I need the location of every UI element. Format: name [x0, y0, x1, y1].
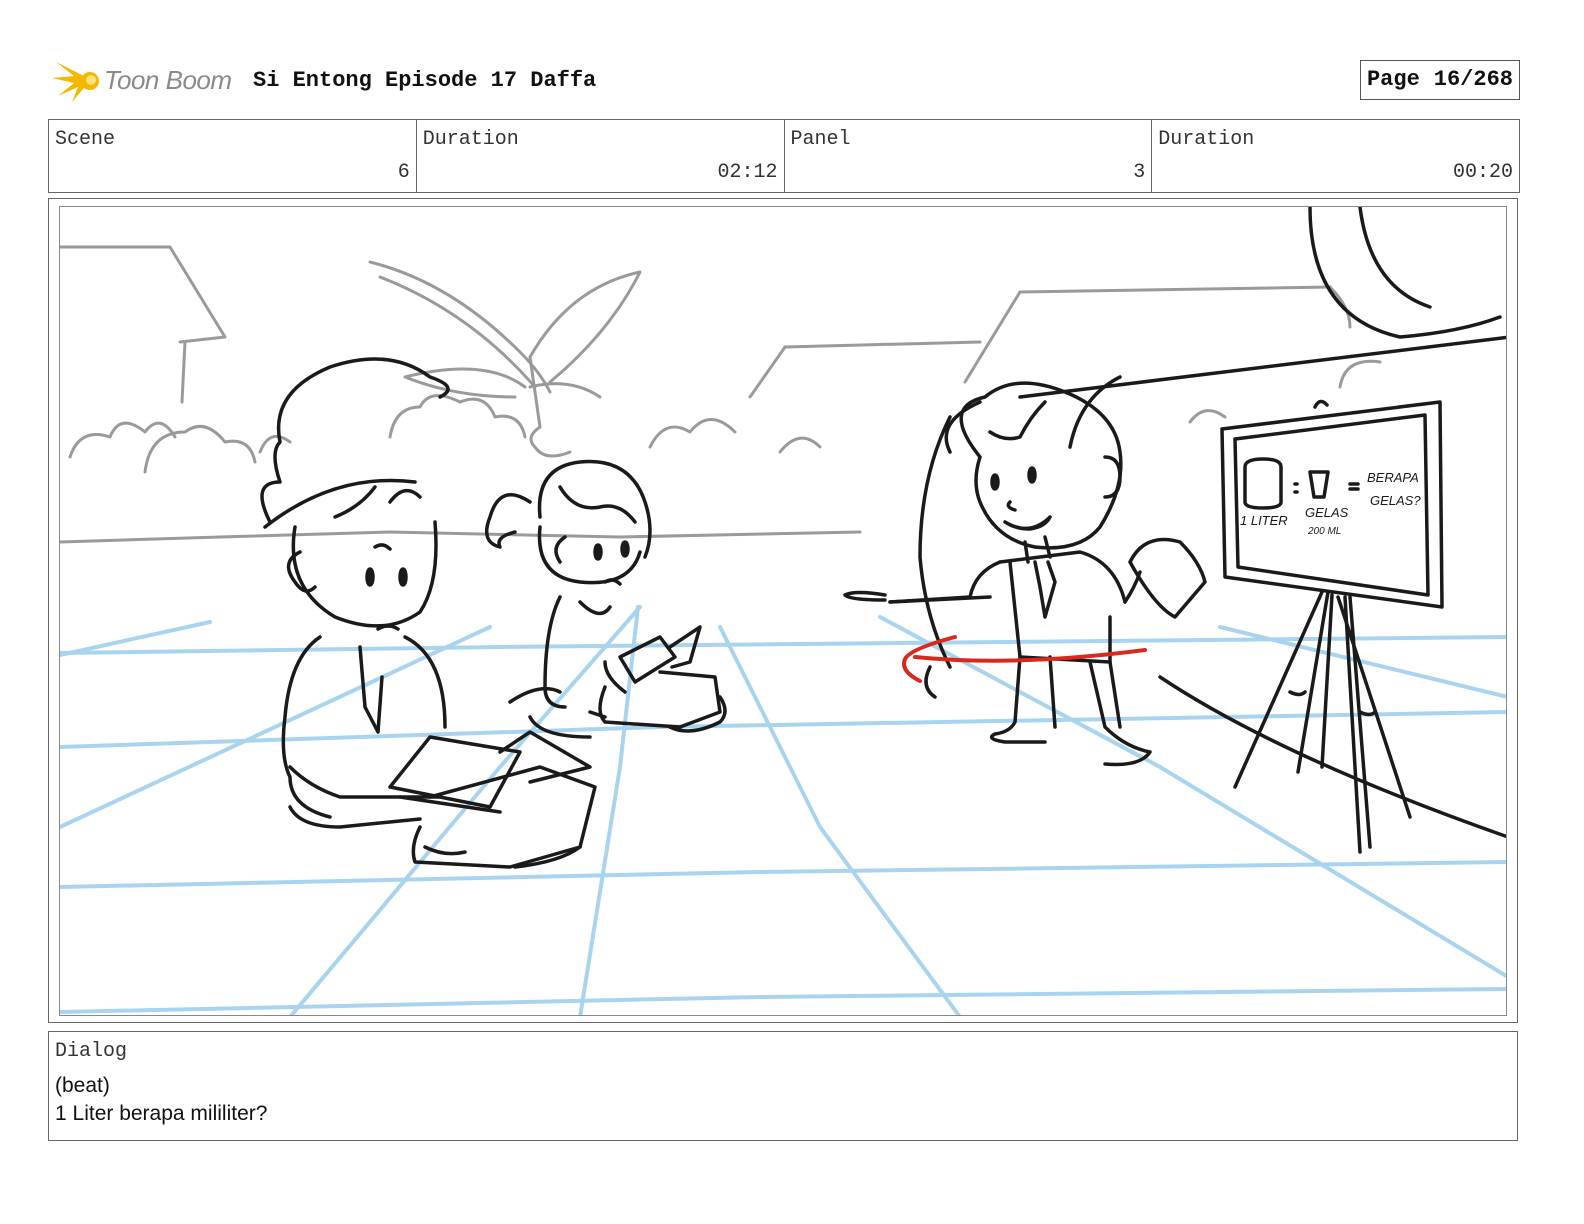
presenter-boy	[843, 381, 1207, 767]
page-header: Toon Boom Si Entong Episode 17 Daffa Pag…	[48, 56, 1520, 106]
whiteboard-text: 1 LITER GELAS 200 ML BERAPA GELAS?	[1240, 470, 1421, 537]
scene-label: Scene	[55, 128, 116, 151]
scene-cell: Scene 6	[49, 120, 417, 192]
page-indicator: Page 16/268	[1359, 60, 1520, 100]
floor-grid	[60, 605, 1506, 1015]
dialog-label: Dialog	[55, 1040, 128, 1063]
board-text-gelas: GELAS	[1305, 505, 1349, 520]
panel-value: 3	[1133, 161, 1146, 184]
info-row: Scene 6 Duration 02:12 Panel 3 Duration …	[48, 119, 1520, 193]
scene-duration-label: Duration	[422, 128, 519, 151]
background-sketch	[60, 245, 1382, 544]
panel-cell: Panel 3	[785, 120, 1153, 192]
page-label: Page	[1366, 67, 1420, 92]
seated-boy	[260, 357, 450, 829]
logo-star-icon	[52, 62, 99, 102]
panel-duration-cell: Duration 00:20	[1152, 120, 1519, 192]
scene-duration-value: 02:12	[717, 161, 778, 184]
board-text-berapa: BERAPA	[1367, 470, 1419, 485]
storyboard-sketch: 1 LITER GELAS 200 ML BERAPA GELAS?	[60, 207, 1506, 1015]
dialog-line-1: (beat)	[55, 1074, 110, 1097]
scene-value: 6	[397, 161, 410, 184]
panel-label: Panel	[790, 128, 851, 151]
dialog-box: Dialog (beat) 1 Liter berapa mililiter?	[48, 1031, 1518, 1141]
board-text-1-liter: 1 LITER	[1240, 513, 1288, 528]
board-text-200-ml: 200 ML	[1307, 526, 1341, 537]
panel-image: 1 LITER GELAS 200 ML BERAPA GELAS?	[59, 206, 1507, 1016]
panel-frame: 1 LITER GELAS 200 ML BERAPA GELAS?	[48, 198, 1518, 1023]
scene-duration-cell: Duration 02:12	[417, 120, 785, 192]
storyboard-title: Si Entong Episode 17 Daffa	[253, 68, 597, 93]
toon-boom-logo: Toon Boom	[50, 56, 240, 106]
seated-girl	[484, 459, 652, 739]
dialog-line-2: 1 Liter berapa mililiter?	[55, 1102, 268, 1125]
board-text-gelas-q: GELAS?	[1370, 493, 1421, 508]
page-number: 16/268	[1433, 67, 1513, 92]
panel-duration-value: 00:20	[1452, 161, 1513, 184]
dialog-lines: (beat) 1 Liter berapa mililiter?	[55, 1072, 267, 1128]
panel-duration-label: Duration	[1158, 128, 1255, 151]
books-and-bags	[388, 625, 727, 869]
logo-text: Toon Boom	[104, 65, 232, 95]
